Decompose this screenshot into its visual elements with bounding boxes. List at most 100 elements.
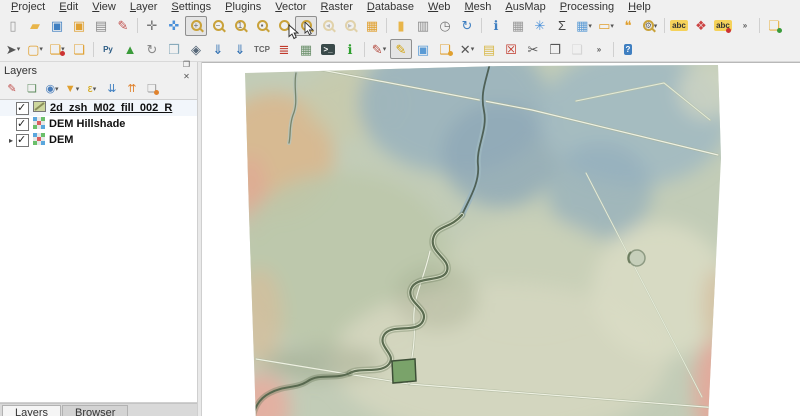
panel-tab-bar: LayersBrowser xyxy=(0,403,197,416)
layer-checkbox[interactable] xyxy=(16,102,29,115)
show-bookmarks-button[interactable]: ▥ xyxy=(412,16,434,36)
save-project-as-button[interactable]: ▣ xyxy=(68,16,90,36)
vertex-tool-button[interactable]: ✕▾ xyxy=(456,39,478,59)
manage-map-themes-icon: ◉ xyxy=(45,84,55,95)
menu-database[interactable]: Database xyxy=(360,1,421,13)
menu-help[interactable]: Help xyxy=(621,1,658,13)
expand-all-icon: ⇊ xyxy=(107,84,116,95)
save-layer-edits-button[interactable]: ▣ xyxy=(412,39,434,59)
menu-layer[interactable]: Layer xyxy=(123,1,165,13)
menu-web[interactable]: Web xyxy=(421,1,457,13)
temporal-controller-button[interactable]: ◷ xyxy=(434,16,456,36)
add-feature-button[interactable]: ❑ xyxy=(434,39,456,59)
menu-vector[interactable]: Vector xyxy=(268,1,313,13)
open-layer-styling-button[interactable]: ✎ xyxy=(2,80,22,98)
map-canvas[interactable] xyxy=(202,62,800,416)
attribute-table-button[interactable]: ▦▾ xyxy=(573,16,595,36)
processing-toolbox-button[interactable]: ✳ xyxy=(529,16,551,36)
pan-map-button[interactable]: ✛ xyxy=(141,16,163,36)
reload-plugins-button[interactable]: ↻ xyxy=(141,39,163,59)
tab-layers[interactable]: Layers xyxy=(2,405,61,416)
dropdown-arrow-icon: ▾ xyxy=(76,85,80,93)
layer-item-dem-hillshade[interactable]: DEM Hillshade xyxy=(0,116,197,132)
metadata-info-button[interactable]: ℹ xyxy=(339,39,361,59)
manage-layers-button[interactable]: ❏ xyxy=(763,16,785,36)
current-edits-button[interactable]: ✎▾ xyxy=(368,39,390,59)
measure-button[interactable]: ▭▾ xyxy=(595,16,617,36)
expand-all-button[interactable]: ⇊ xyxy=(102,80,122,98)
layer-checkbox[interactable] xyxy=(16,134,29,147)
python-console-button[interactable]: Py xyxy=(97,39,119,59)
zoom-out-button[interactable]: − xyxy=(207,16,229,36)
search-locator-button[interactable]: ⚙▾ xyxy=(639,16,661,36)
open-project-button[interactable]: ▰ xyxy=(24,16,46,36)
menu-settings[interactable]: Settings xyxy=(164,1,218,13)
statistical-summary-icon: ▦ xyxy=(512,19,524,32)
map-tips-button[interactable]: ❝ xyxy=(617,16,639,36)
layer-item-2d-zsh-m02-fill-002-r[interactable]: 2d_zsh_M02_fill_002_R xyxy=(0,100,197,116)
manage-map-themes-button[interactable]: ◉▾ xyxy=(42,80,62,98)
new-project-button[interactable]: ▯ xyxy=(2,16,24,36)
expander-icon[interactable]: ▸ xyxy=(6,136,16,145)
tab-browser[interactable]: Browser xyxy=(62,405,128,416)
layer-item-dem[interactable]: ▸ DEM xyxy=(0,132,197,148)
float-panel-button[interactable]: ❐ xyxy=(180,59,193,71)
polygon-layer-icon xyxy=(33,101,46,115)
zoom-native-button[interactable]: 1 xyxy=(229,16,251,36)
toolbar-overflow-2-button[interactable]: » xyxy=(588,39,610,59)
menu-processing[interactable]: Processing xyxy=(553,1,621,13)
delete-selected-button[interactable]: ☒ xyxy=(500,39,522,59)
select-features-by-value-button[interactable]: ▢▾ xyxy=(24,39,46,59)
toolbar-row-2: ➤▾▢▾❏▾❏Py▲↻❒◈⇓⇓TCP≣▦>_ℹ✎▾✎▣❑✕▾▤☒✂❐❑»? xyxy=(0,37,800,62)
gps-information-button[interactable]: ❒ xyxy=(163,39,185,59)
layer-checkbox[interactable] xyxy=(16,118,29,131)
attribute-table-icon: ▦ xyxy=(576,19,588,32)
select-features-button[interactable]: ➤▾ xyxy=(2,39,24,59)
georeferencer-button[interactable]: ▦ xyxy=(295,39,317,59)
collapse-all-button[interactable]: ⇈ xyxy=(122,80,142,98)
show-sum-statistics-button[interactable]: Σ xyxy=(551,16,573,36)
copy-features-button[interactable]: ❐ xyxy=(544,39,566,59)
qgis-plugin-mountain-button[interactable]: ▲ xyxy=(119,39,141,59)
statistical-summary-button[interactable]: ▦ xyxy=(507,16,529,36)
menu-edit[interactable]: Edit xyxy=(52,1,85,13)
select-features-by-value-icon: ▢ xyxy=(27,43,39,56)
import-features-button[interactable]: ⇓ xyxy=(207,39,229,59)
python-terminal-button[interactable]: >_ xyxy=(317,39,339,59)
menu-mesh[interactable]: Mesh xyxy=(457,1,498,13)
toggle-editing-button[interactable]: ✎ xyxy=(390,39,412,59)
select-by-expression-button[interactable]: ❏ xyxy=(68,39,90,59)
zoom-in-button[interactable]: + xyxy=(185,16,207,36)
layer-labeling-options-button[interactable]: abc xyxy=(712,16,734,36)
topology-checker-button[interactable]: ◈ xyxy=(185,39,207,59)
import-features-icon: ⇓ xyxy=(213,43,224,56)
menu-raster[interactable]: Raster xyxy=(313,1,359,13)
deselect-features-button[interactable]: ❏▾ xyxy=(46,39,68,59)
layer-diagram-button[interactable]: ❖ xyxy=(690,16,712,36)
profile-layers-button[interactable]: ≣ xyxy=(273,39,295,59)
identify-features-button[interactable]: ℹ xyxy=(485,16,507,36)
tcp-plugin-button[interactable]: TCP xyxy=(251,39,273,59)
new-print-layout-button[interactable]: ▤ xyxy=(90,16,112,36)
menu-plugins[interactable]: Plugins xyxy=(218,1,268,13)
filter-by-expression-button[interactable]: ε▾ xyxy=(82,80,102,98)
menu-project[interactable]: Project xyxy=(4,1,52,13)
refresh-map-button[interactable]: ↻ xyxy=(456,16,478,36)
menu-ausmap[interactable]: AusMap xyxy=(498,1,552,13)
layer-notes-button[interactable]: ▤ xyxy=(478,39,500,59)
style-manager-button[interactable]: ✎ xyxy=(112,16,134,36)
menu-view[interactable]: View xyxy=(85,1,123,13)
remove-layer-button[interactable]: ❏ xyxy=(142,80,162,98)
spatial-bookmarks-button[interactable]: ▮ xyxy=(390,16,412,36)
save-project-button[interactable]: ▣ xyxy=(46,16,68,36)
toolbar-overflow-1-button[interactable]: » xyxy=(734,16,756,36)
add-group-button[interactable]: ❏ xyxy=(22,80,42,98)
help-contents-button[interactable]: ? xyxy=(617,39,639,59)
zoom-full-button[interactable]: ▪ xyxy=(251,16,273,36)
filter-legend-button[interactable]: ▼▾ xyxy=(62,80,82,98)
pan-to-selection-button[interactable]: ✜ xyxy=(163,16,185,36)
export-features-button[interactable]: ⇓ xyxy=(229,39,251,59)
layer-labeling-button[interactable]: abc xyxy=(668,16,690,36)
cut-features-button[interactable]: ✂ xyxy=(522,39,544,59)
new-map-view-button[interactable]: ▦ xyxy=(361,16,383,36)
